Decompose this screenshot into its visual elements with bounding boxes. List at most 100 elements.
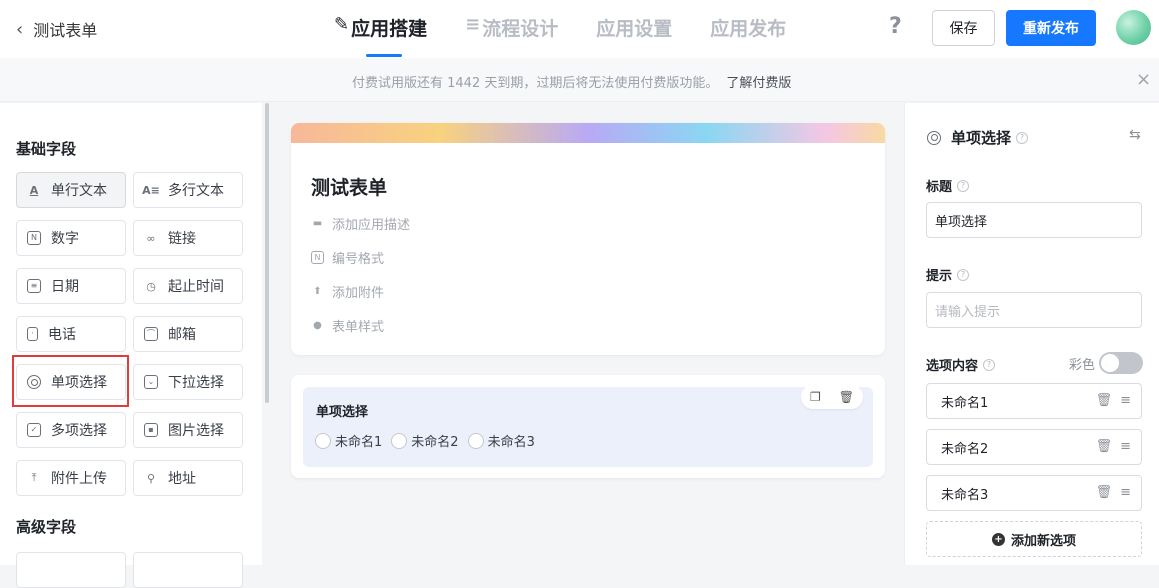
field-advanced-2[interactable] <box>133 552 243 588</box>
field-multi-line-text[interactable]: A≡ 多行文本 <box>133 172 243 208</box>
copy-icon[interactable]: ❐ <box>810 390 821 404</box>
title-label: 标题 ? <box>926 176 970 195</box>
tab-label: 应用搭建 <box>351 18 428 40</box>
option-name[interactable]: 未命名1 <box>941 392 988 411</box>
help-icon[interactable]: ? <box>1016 131 1029 144</box>
number-icon: N <box>27 231 41 245</box>
number-format[interactable]: N 编号格式 <box>311 248 384 267</box>
comment-icon: ▬ <box>312 218 323 229</box>
panel-header: 单项选择 ? <box>927 127 1029 148</box>
field-label: 链接 <box>168 231 196 247</box>
help-icon[interactable]: ? <box>983 358 996 371</box>
field-attachment[interactable]: ⤒ 附件上传 <box>16 460 126 496</box>
field-multi-choice[interactable]: ✓ 多项选择 <box>16 412 126 448</box>
single-line-text-icon: A <box>29 183 39 197</box>
tab-label: 应用设置 <box>596 18 673 40</box>
option-row[interactable]: 未命名3 🗑 ≡ <box>926 475 1142 511</box>
meta-label: 表单样式 <box>332 320 385 335</box>
label-text: 选项内容 <box>926 359 979 374</box>
palette-icon: ● <box>313 320 322 331</box>
field-address[interactable]: ⚲ 地址 <box>133 460 243 496</box>
learn-paid-link[interactable]: 了解付费版 <box>726 76 791 91</box>
field-image-choice[interactable]: ▪ 图片选择 <box>133 412 243 448</box>
trash-icon[interactable]: 🗑 <box>1096 439 1113 454</box>
form-title[interactable]: 测试表单 <box>311 173 387 200</box>
advanced-fields-title: 高级字段 <box>16 518 77 536</box>
drag-handle-icon[interactable]: ≡ <box>1120 393 1131 408</box>
label-text: 提示 <box>926 269 953 284</box>
avatar[interactable] <box>1116 10 1151 45</box>
add-attachment[interactable]: ⬆ 添加附件 <box>311 282 384 301</box>
properties-panel: 单项选择 ? ⇆ 标题 ? 单项选择 提示 ? 请输入提示 选项内容 ? 彩色 … <box>904 103 1159 565</box>
trash-icon[interactable]: 🗑 <box>1096 393 1113 408</box>
basic-fields-title: 基础字段 <box>16 140 77 158</box>
option-tools: 🗑 ≡ <box>1088 485 1131 500</box>
field-single-line-text[interactable]: A 单行文本 <box>16 172 126 208</box>
field-phone[interactable]: · 电话 <box>16 316 126 352</box>
radio-option[interactable]: 未命名1 <box>315 431 382 450</box>
field-link[interactable]: ∞ 链接 <box>133 220 243 256</box>
location-icon: ⚲ <box>146 471 156 485</box>
banner-message: 付费试用版还有 1442 天到期，过期后将无法使用付费版功能。 了解付费版 <box>352 72 791 91</box>
field-time-range[interactable]: ◷ 起止时间 <box>133 268 243 304</box>
single-choice-widget[interactable]: 单项选择 未命名1 未命名2 未命名3 ❐ 🗑 <box>303 385 873 467</box>
field-email[interactable]: ⌒ 邮箱 <box>133 316 243 352</box>
field-palette: 基础字段 A 单行文本 A≡ 多行文本 N 数字 ∞ 链接 ≡ 日期 ◷ 起止时… <box>0 103 262 588</box>
hint-input[interactable]: 请输入提示 <box>926 292 1142 328</box>
add-description[interactable]: ▬ 添加应用描述 <box>311 214 410 233</box>
option-label: 未命名3 <box>487 435 535 450</box>
option-label: 未命名1 <box>335 435 383 450</box>
save-button[interactable]: 保存 <box>932 10 995 46</box>
main-tabs: ✎ 应用搭建 ≡ 流程设计 应用设置 应用发布 <box>334 14 824 58</box>
option-row[interactable]: 未命名1 🗑 ≡ <box>926 383 1142 419</box>
widget-options: 未命名1 未命名2 未命名3 <box>315 431 544 450</box>
form-style[interactable]: ● 表单样式 <box>311 316 384 335</box>
radio-circle[interactable] <box>391 432 408 449</box>
field-label: 多行文本 <box>168 183 224 199</box>
field-dropdown[interactable]: ⌄ 下拉选择 <box>133 364 243 400</box>
multi-line-text-icon: A≡ <box>142 183 160 197</box>
tab-app-build[interactable]: ✎ 应用搭建 <box>334 14 427 58</box>
swap-icon[interactable]: ⇆ <box>1129 127 1141 143</box>
drag-handle-icon[interactable]: ≡ <box>1120 439 1131 454</box>
field-label: 多项选择 <box>51 423 107 439</box>
option-name[interactable]: 未命名2 <box>941 438 988 457</box>
title-input[interactable]: 单项选择 <box>926 202 1142 238</box>
tab-flow-design[interactable]: ≡ 流程设计 <box>465 14 558 58</box>
phone-icon: · <box>27 327 38 341</box>
hint-label: 提示 ? <box>926 265 970 284</box>
help-icon[interactable]: ? <box>957 268 970 281</box>
left-scrollbar[interactable] <box>265 103 269 403</box>
back-button[interactable]: ‹ 测试表单 <box>16 17 97 41</box>
drag-handle-icon[interactable]: ≡ <box>1120 485 1131 500</box>
radio-option[interactable]: 未命名2 <box>391 431 459 450</box>
trash-icon[interactable]: 🗑 <box>1096 485 1113 500</box>
field-advanced-1[interactable] <box>16 552 126 588</box>
checkbox-icon: ✓ <box>27 423 41 437</box>
radio-option[interactable]: 未命名3 <box>467 431 535 450</box>
tab-label: 流程设计 <box>482 18 559 40</box>
radio-circle[interactable] <box>467 432 484 449</box>
tab-app-settings[interactable]: 应用设置 <box>596 14 672 58</box>
trash-icon[interactable]: 🗑 <box>839 390 854 404</box>
help-icon[interactable]: ? <box>957 179 970 192</box>
widget-title: 单项选择 <box>316 405 369 420</box>
color-toggle[interactable] <box>1099 352 1143 374</box>
option-name[interactable]: 未命名3 <box>941 484 988 503</box>
form-header-card: 测试表单 ▬ 添加应用描述 N 编号格式 ⬆ 添加附件 ● 表单样式 <box>291 123 885 355</box>
tab-app-publish[interactable]: 应用发布 <box>710 14 786 58</box>
chevron-left-icon: ‹ <box>16 18 24 40</box>
field-label: 单行文本 <box>51 183 107 199</box>
option-row[interactable]: 未命名2 🗑 ≡ <box>926 429 1142 465</box>
field-date[interactable]: ≡ 日期 <box>16 268 126 304</box>
radio-circle[interactable] <box>315 432 331 449</box>
help-icon[interactable]: ? <box>889 14 902 39</box>
menu-icon: ≡ <box>465 14 481 35</box>
close-icon[interactable]: × <box>1136 69 1151 90</box>
republish-button[interactable]: 重新发布 <box>1006 10 1096 46</box>
mail-icon: ⌒ <box>144 327 158 341</box>
field-number[interactable]: N 数字 <box>16 220 126 256</box>
header-gradient <box>291 123 885 143</box>
edit-icon: ✎ <box>334 14 350 35</box>
add-option-button[interactable]: + 添加新选项 <box>926 521 1142 557</box>
